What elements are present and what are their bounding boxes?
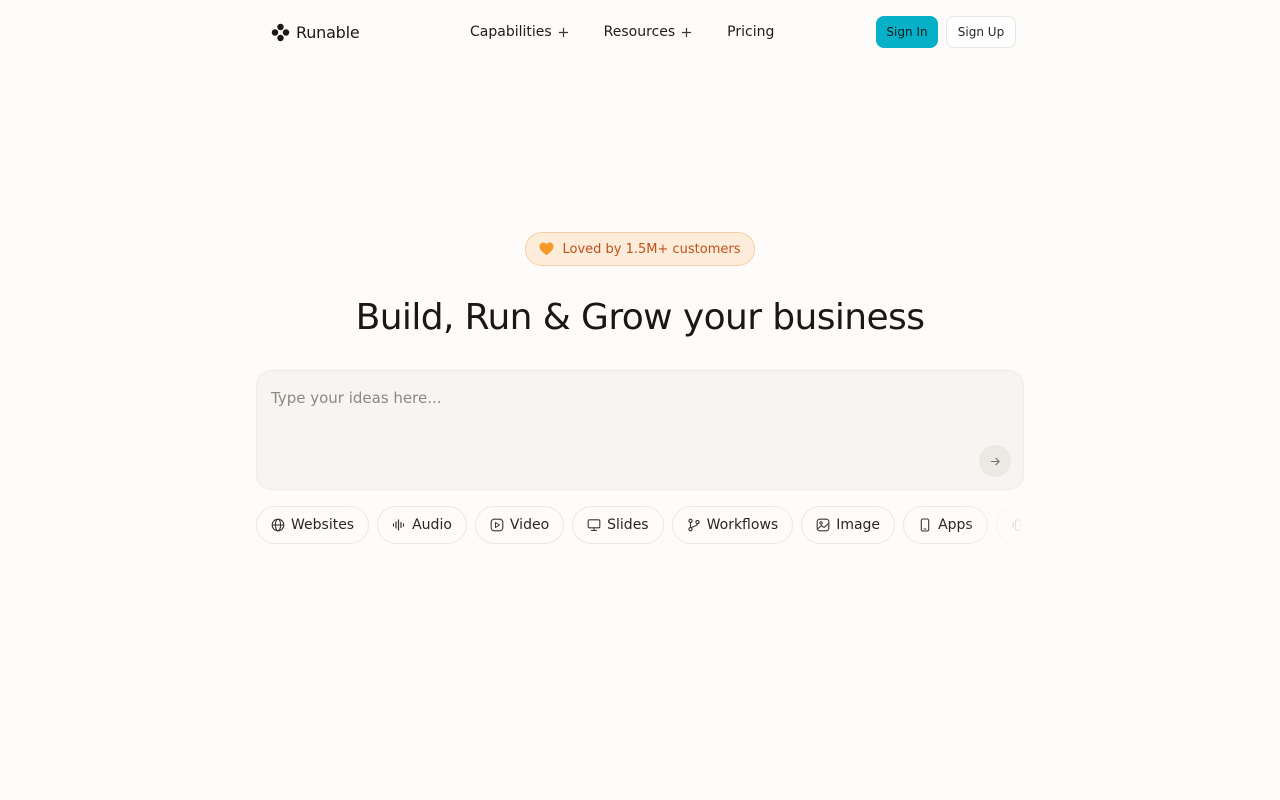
runable-logo-icon	[271, 23, 290, 41]
sign-up-button[interactable]: Sign Up	[946, 16, 1016, 48]
sign-in-button[interactable]: Sign In	[876, 16, 938, 48]
nav-item-resources[interactable]: Resources	[604, 24, 693, 40]
image-icon	[816, 518, 830, 532]
presentation-icon	[587, 519, 601, 532]
chip-audio[interactable]: Audio	[377, 506, 467, 544]
main-nav: Capabilities Resources Pricing	[470, 20, 809, 44]
hero-headline: Build, Run & Grow your business	[355, 297, 925, 338]
brand-name: Runable	[296, 22, 360, 42]
plus-icon	[682, 27, 692, 37]
nav-item-capabilities[interactable]: Capabilities	[470, 24, 569, 40]
site-header: Runable Capabilities Resources Pricing S…	[0, 0, 1280, 64]
chip-label: Video	[509, 517, 550, 533]
send-button[interactable]	[979, 445, 1011, 477]
brand-logo[interactable]: Runable	[271, 20, 360, 44]
chip-more[interactable]: C	[995, 506, 1024, 544]
chip-video[interactable]: Video	[474, 506, 565, 544]
phone-icon	[920, 518, 930, 532]
nav-item-label: Resources	[603, 24, 676, 40]
audio-wave-icon	[393, 519, 405, 531]
video-play-icon	[490, 518, 504, 532]
plus-icon	[558, 27, 568, 37]
chip-websites[interactable]: Websites	[256, 506, 370, 544]
idea-input[interactable]	[269, 385, 969, 411]
chip-label: Workflows	[706, 517, 779, 533]
chip-label: Apps	[938, 517, 973, 533]
chip-label: Slides	[607, 517, 649, 533]
arrow-right-icon	[990, 457, 1000, 465]
branch-icon	[687, 518, 700, 532]
globe-icon	[271, 518, 285, 532]
capability-chips: Websites Audio Video Slides Workflows Im…	[256, 506, 1024, 544]
prompt-box	[256, 370, 1024, 490]
chip-workflows[interactable]: Workflows	[671, 506, 794, 544]
chip-slides[interactable]: Slides	[572, 506, 664, 544]
nav-item-pricing[interactable]: Pricing	[727, 24, 774, 40]
customers-badge: Loved by 1.5M+ customers	[525, 232, 755, 266]
chip-label: Audio	[412, 517, 452, 533]
nav-item-label: Pricing	[727, 24, 775, 40]
orange-heart-icon	[539, 242, 554, 256]
chip-label: Image	[836, 517, 881, 533]
chip-image[interactable]: Image	[801, 506, 896, 544]
chip-apps[interactable]: Apps	[903, 506, 988, 544]
chip-label: Websites	[291, 517, 355, 533]
vibrate-icon	[1012, 519, 1024, 531]
badge-text: Loved by 1.5M+ customers	[562, 241, 741, 257]
nav-item-label: Capabilities	[470, 24, 552, 40]
